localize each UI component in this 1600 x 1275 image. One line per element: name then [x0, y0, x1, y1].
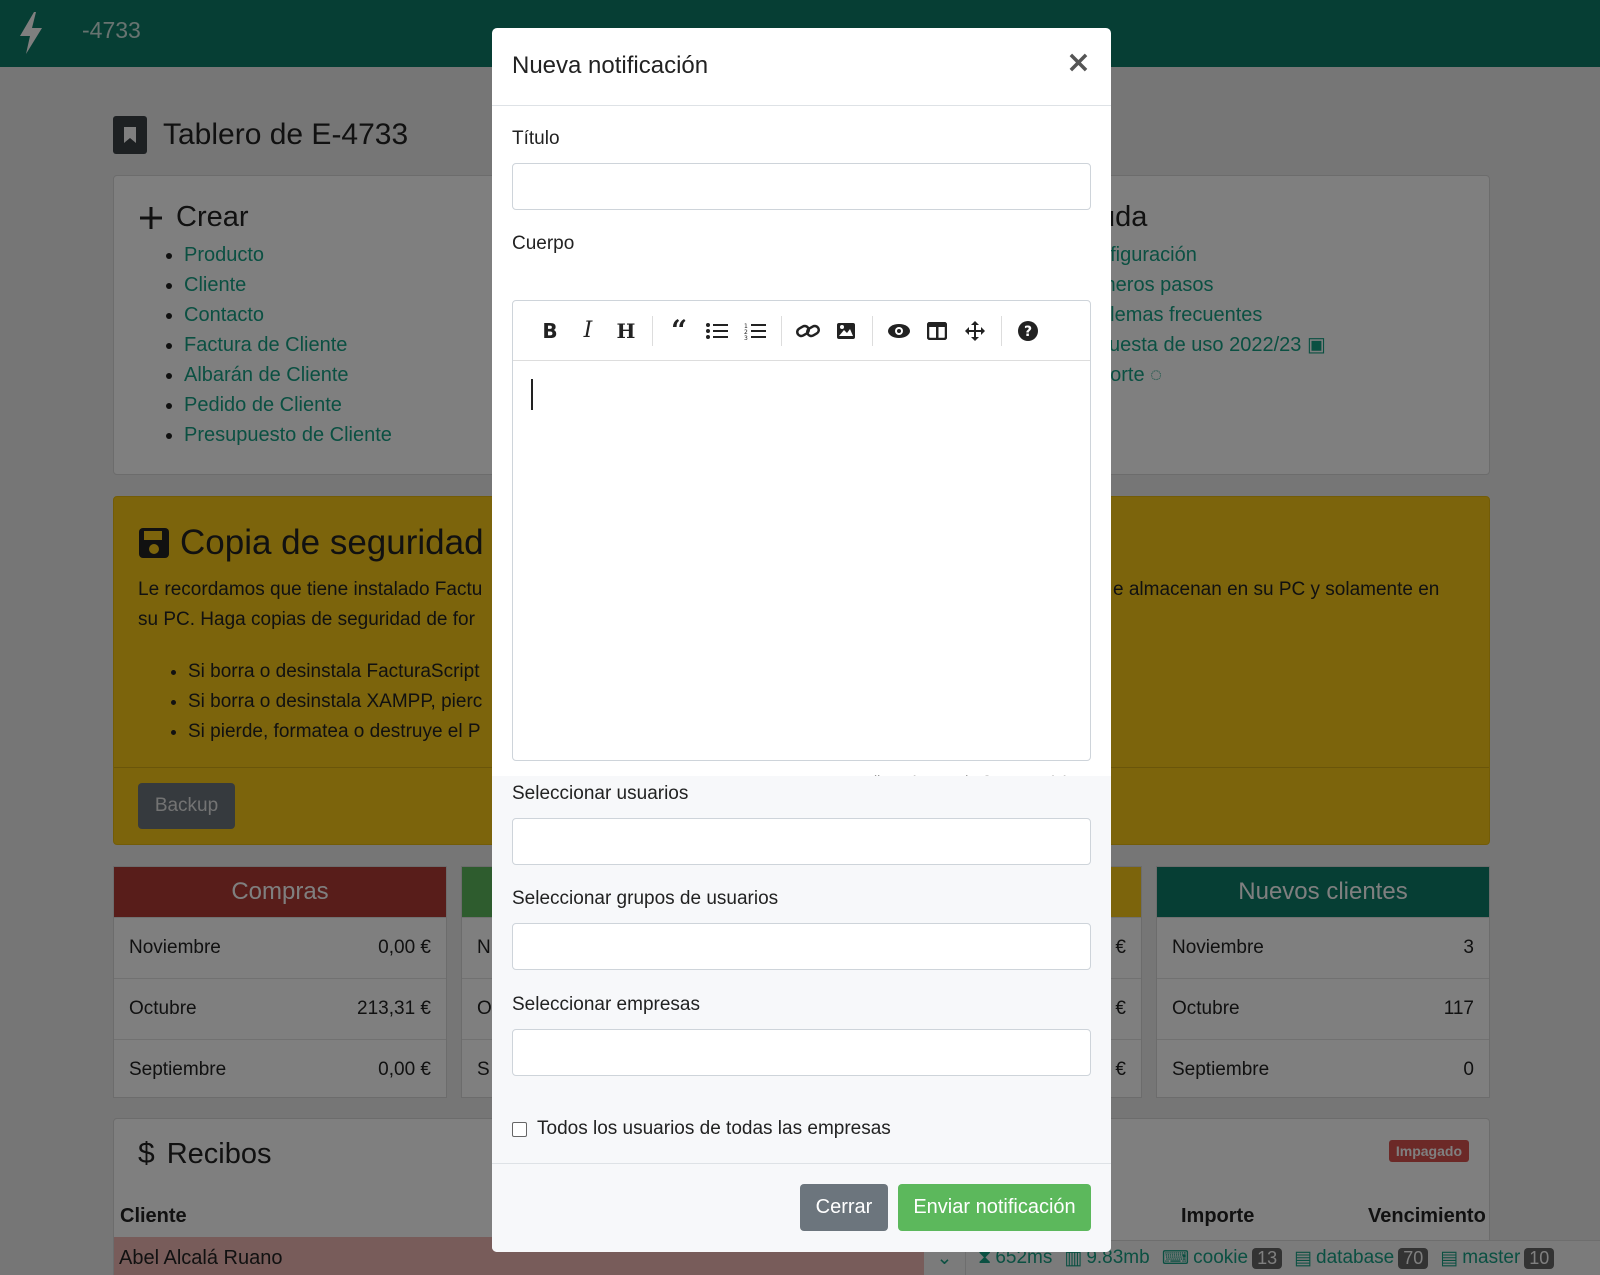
bold-icon[interactable]: B — [531, 312, 569, 350]
image-icon[interactable] — [827, 312, 865, 350]
fullscreen-arrows-icon[interactable] — [956, 312, 994, 350]
markdown-editor: B I H “ 123 ? — [512, 300, 1091, 761]
new-notification-modal: Nueva notificación × Título Cuerpo B I H… — [492, 28, 1111, 1252]
quote-icon[interactable]: “ — [660, 312, 698, 350]
toolbar-separator — [1001, 315, 1002, 346]
close-button[interactable]: Cerrar — [800, 1184, 888, 1231]
svg-text:?: ? — [1024, 324, 1032, 340]
all-users-label[interactable]: Todos los usuarios de todas las empresas — [537, 1118, 891, 1140]
heading-icon[interactable]: H — [607, 312, 645, 350]
send-notification-button[interactable]: Enviar notificación — [898, 1184, 1091, 1231]
body-label: Cuerpo — [512, 233, 575, 254]
groups-select[interactable] — [512, 923, 1091, 970]
close-icon[interactable]: × — [1066, 48, 1091, 78]
companies-select[interactable] — [512, 1029, 1091, 1076]
all-users-option: Todos los usuarios de todas las empresas — [512, 1118, 891, 1140]
all-users-checkbox[interactable] — [512, 1121, 527, 1137]
toolbar-separator — [781, 315, 782, 346]
italic-icon[interactable]: I — [569, 312, 607, 350]
toolbar-separator — [652, 315, 653, 346]
editor-toolbar: B I H “ 123 ? — [513, 301, 1090, 361]
text-cursor — [531, 379, 533, 410]
title-label: Título — [512, 128, 560, 149]
users-label: Seleccionar usuarios — [512, 783, 689, 804]
eye-icon[interactable] — [880, 312, 918, 350]
toolbar-separator — [872, 315, 873, 346]
users-select[interactable] — [512, 818, 1091, 865]
svg-text:3: 3 — [744, 335, 748, 340]
groups-label: Seleccionar grupos de usuarios — [512, 888, 779, 909]
companies-label: Seleccionar empresas — [512, 994, 700, 1015]
modal-header: Nueva notificación × — [492, 28, 1111, 106]
unordered-list-icon[interactable] — [698, 312, 736, 350]
modal-title: Nueva notificación — [512, 52, 709, 79]
link-icon[interactable] — [789, 312, 827, 350]
modal-footer: Cerrar Enviar notificación — [492, 1163, 1111, 1252]
help-question-icon[interactable]: ? — [1009, 312, 1047, 350]
title-input[interactable] — [512, 163, 1091, 210]
columns-icon[interactable] — [918, 312, 956, 350]
ordered-list-icon[interactable]: 123 — [736, 312, 774, 350]
